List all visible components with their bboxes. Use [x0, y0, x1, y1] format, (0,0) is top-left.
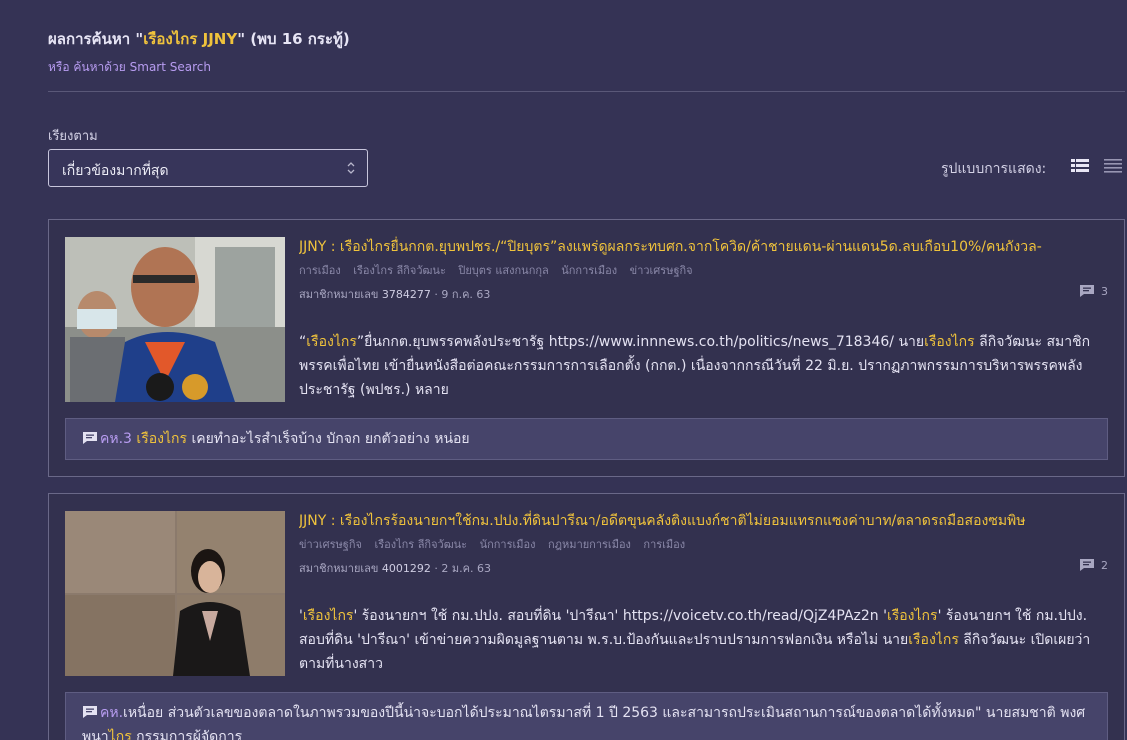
- tag[interactable]: การเมือง: [299, 264, 341, 277]
- tag[interactable]: การเมือง: [643, 538, 685, 551]
- comment-icon: [83, 706, 97, 718]
- tag[interactable]: กฎหมายการเมือง: [548, 538, 631, 551]
- thumbnail-image[interactable]: [65, 511, 285, 676]
- matched-comment[interactable]: คห.3 เรืองไกร เคยทำอะไรสำเร็จบ้าง บักจก …: [65, 418, 1108, 460]
- search-query: เรืองไกร JJNY: [143, 30, 238, 48]
- divider: [48, 91, 1125, 92]
- comment-icon: [83, 432, 97, 444]
- tag[interactable]: ข่าวเศรษฐกิจ: [630, 264, 693, 277]
- member-id[interactable]: 3784277: [382, 288, 431, 301]
- select-arrows-icon: [347, 162, 355, 174]
- smart-search-link[interactable]: หรือ ค้นหาด้วย Smart Search: [48, 58, 211, 77]
- list-view-icon[interactable]: [1104, 158, 1122, 174]
- tag[interactable]: เรืองไกร ลีกิจวัฒนะ: [353, 264, 446, 277]
- matched-comment[interactable]: คห.เหนื่อย ส่วนตัวเลขของตลาดในภาพรวมของป…: [65, 692, 1108, 740]
- result-excerpt: 'เรืองไกร' ร้องนายกฯ ใช้ กม.ปปง. สอบที่ด…: [299, 608, 1091, 672]
- sort-label: เรียงตาม: [48, 129, 98, 144]
- result-excerpt: “เรืองไกร”ยื่นกกต.ยุบพรรคพลังประชารัฐ ht…: [299, 334, 1091, 398]
- tag[interactable]: ข่าวเศรษฐกิจ: [299, 538, 362, 551]
- search-results-page: ผลการค้นหา "เรืองไกร JJNY" (พบ 16 กระทู้…: [0, 0, 1127, 740]
- card-view-icon[interactable]: [1071, 158, 1089, 174]
- thumbnail-image[interactable]: [65, 237, 285, 402]
- tag-list: การเมือง เรืองไกร ลีกิจวัฒนะ ปิยบุตร แสง…: [299, 261, 702, 279]
- tag-list: ข่าวเศรษฐกิจ เรืองไกร ลีกิจวัฒนะ นักการเ…: [299, 535, 694, 553]
- member-id[interactable]: 4001292: [382, 562, 431, 575]
- sort-selected-value: เกี่ยวข้องมากที่สุด: [62, 163, 169, 179]
- result-card[interactable]: JJNY : เรืองไกรร้องนายกฯใช้กม.ปปง.ที่ดิน…: [48, 493, 1125, 740]
- comment-count: 2: [1079, 558, 1108, 572]
- comment-count: 3: [1079, 284, 1108, 298]
- search-title: ผลการค้นหา "เรืองไกร JJNY" (พบ 16 กระทู้…: [48, 30, 350, 48]
- tag[interactable]: นักการเมือง: [480, 538, 536, 551]
- tag[interactable]: นักการเมือง: [561, 264, 617, 277]
- tag[interactable]: ปิยบุตร แสงกนกกุล: [458, 264, 548, 277]
- tag[interactable]: เรืองไกร ลีกิจวัฒนะ: [374, 538, 467, 551]
- post-meta: สมาชิกหมายเลข 4001292 · 2 ม.ค. 63: [299, 562, 492, 575]
- result-title[interactable]: JJNY : เรืองไกรยื่นกกต.ยุบพปชร./“ปิยบุตร…: [299, 236, 1108, 258]
- sort-select[interactable]: เกี่ยวข้องมากที่สุด: [48, 149, 368, 187]
- post-meta: สมาชิกหมายเลข 3784277 · 9 ก.ค. 63: [299, 288, 491, 301]
- comment-icon: [1080, 559, 1094, 571]
- view-mode-label: รูปแบบการแสดง:: [941, 161, 1047, 177]
- result-card[interactable]: JJNY : เรืองไกรยื่นกกต.ยุบพปชร./“ปิยบุตร…: [48, 219, 1125, 477]
- result-title[interactable]: JJNY : เรืองไกรร้องนายกฯใช้กม.ปปง.ที่ดิน…: [299, 510, 1108, 532]
- comment-icon: [1080, 285, 1094, 297]
